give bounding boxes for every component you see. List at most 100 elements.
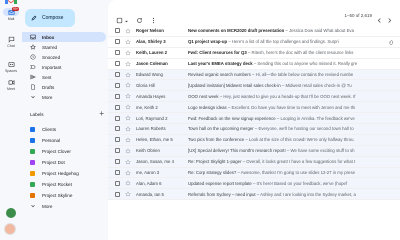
rail-item-mail[interactable]: 99+ Mail bbox=[0, 7, 22, 21]
rail-label-mail: Mail bbox=[7, 17, 15, 21]
row-checkbox[interactable] bbox=[115, 148, 120, 154]
email-sender: Amanda, Ian 5 bbox=[136, 191, 164, 197]
status-avatar[interactable] bbox=[6, 208, 16, 218]
label-name: Project Clover bbox=[42, 148, 71, 154]
email-row[interactable]: Keith, Lauren 2 Fwd: Client resources for… bbox=[108, 47, 400, 59]
account-avatar[interactable] bbox=[4, 223, 16, 235]
email-snippet: – Overall, it looks great! I have a few … bbox=[241, 159, 356, 165]
email-row[interactable]: Amanda, Ian 5 Referrals from Sydney – nee… bbox=[108, 189, 400, 201]
mail-badge: 99+ bbox=[12, 7, 20, 11]
nav-item-sent[interactable]: Sent bbox=[22, 72, 106, 82]
star-icon[interactable] bbox=[125, 60, 131, 67]
star-icon[interactable] bbox=[125, 82, 131, 88]
more-vert-icon[interactable] bbox=[150, 11, 158, 24]
clock-icon bbox=[30, 54, 36, 60]
row-checkbox[interactable] bbox=[115, 61, 120, 67]
row-checkbox[interactable] bbox=[115, 82, 120, 88]
nav-item-starred[interactable]: Starred bbox=[22, 42, 106, 52]
star-icon[interactable] bbox=[125, 71, 131, 78]
email-row[interactable]: Alan, Adam 6 Updated expense report templ… bbox=[108, 178, 400, 190]
row-checkbox[interactable] bbox=[115, 126, 120, 132]
label-item-clients[interactable]: Clients bbox=[22, 124, 106, 134]
compose-button[interactable]: Compose bbox=[25, 9, 75, 27]
rail-item-spaces[interactable]: Spaces bbox=[0, 60, 22, 73]
labels-more[interactable]: More bbox=[22, 201, 106, 211]
add-label-icon[interactable]: + bbox=[99, 110, 104, 118]
email-row[interactable]: me, Keith 2 Logo redesign ideas – Excelle… bbox=[108, 102, 400, 114]
rail-item-chat[interactable]: Chat bbox=[0, 35, 22, 48]
refresh-icon[interactable] bbox=[136, 11, 144, 23]
email-row[interactable]: Jason, Susan, me 4 Re: Project Skylight 1… bbox=[108, 156, 400, 168]
star-icon[interactable] bbox=[125, 191, 131, 197]
star-icon[interactable] bbox=[125, 137, 131, 143]
email-row[interactable]: Edward Wong Revised organic search number… bbox=[108, 69, 400, 81]
nav-item-inbox[interactable]: Inbox bbox=[22, 32, 106, 42]
email-snippet: – Here's a list of all the top challenge… bbox=[227, 39, 339, 45]
star-icon[interactable] bbox=[125, 115, 131, 121]
email-row[interactable]: me, Aaron 3 Re: Corp strategy slides? – A… bbox=[108, 167, 400, 179]
email-snippet: – Jessica Dow said What about Eva bbox=[284, 28, 354, 34]
label-name: Project Hedgehog bbox=[42, 170, 79, 176]
email-sender: Keith Obrien bbox=[136, 148, 160, 154]
row-checkbox[interactable] bbox=[115, 50, 120, 56]
row-checkbox[interactable] bbox=[115, 39, 120, 45]
prev-page-icon[interactable] bbox=[376, 11, 384, 23]
label-item-project-rocket[interactable]: Project Rocket bbox=[22, 179, 106, 189]
row-checkbox[interactable] bbox=[115, 170, 120, 176]
star-icon[interactable] bbox=[125, 180, 131, 186]
row-checkbox[interactable] bbox=[115, 28, 120, 34]
email-row[interactable]: Gloria Hill [Updated invitation] Midwest … bbox=[108, 80, 400, 92]
star-icon[interactable] bbox=[125, 93, 131, 99]
email-subject: New comments on MCR2020 draft presentati… bbox=[188, 28, 285, 34]
email-snippet: – Ashley and I are looking into the Sydn… bbox=[255, 191, 356, 197]
email-row[interactable]: Jason Coleman Last year's EMEA strategy d… bbox=[108, 58, 400, 70]
email-sender: Lauren Roberts bbox=[136, 126, 166, 132]
star-icon[interactable] bbox=[125, 28, 131, 34]
label-item-project-hedgehog[interactable]: Project Hedgehog bbox=[22, 168, 106, 178]
row-checkbox[interactable] bbox=[115, 159, 120, 165]
label-color-swatch bbox=[30, 159, 35, 165]
email-subject-line: Town hall on the upcoming merger – Every… bbox=[188, 126, 400, 131]
star-icon[interactable] bbox=[125, 49, 131, 56]
rail-item-meet[interactable]: Meet bbox=[0, 78, 22, 91]
star-icon[interactable] bbox=[125, 147, 131, 154]
nav-item-snoozed[interactable]: Snoozed bbox=[22, 52, 106, 62]
nav-item-important[interactable]: Important bbox=[22, 62, 106, 72]
email-row[interactable]: Amanda Hayes OOO next week – Hey, just wa… bbox=[108, 91, 400, 103]
row-checkbox[interactable] bbox=[115, 115, 120, 121]
nav-item-drafts[interactable]: Drafts bbox=[22, 82, 106, 92]
email-row[interactable]: Alan, Shirley 3 Q1 project wrap-up – Here… bbox=[108, 36, 400, 48]
label-name: Project Dot bbox=[42, 159, 65, 165]
email-row[interactable]: Keith Obrien [UX] Special delivery! This … bbox=[108, 145, 400, 157]
star-icon[interactable] bbox=[125, 104, 131, 110]
row-checkbox[interactable] bbox=[115, 93, 120, 99]
email-subject: Logo redesign ideas bbox=[188, 104, 227, 110]
label-item-project-dot[interactable]: Project Dot bbox=[22, 157, 106, 167]
email-row[interactable]: Helen, Ethan, me 5 Two pics from the conf… bbox=[108, 134, 400, 146]
star-icon[interactable] bbox=[125, 169, 131, 176]
row-checkbox[interactable] bbox=[115, 180, 120, 186]
row-checkbox[interactable] bbox=[115, 137, 120, 143]
email-sender: Amanda Hayes bbox=[136, 93, 166, 99]
email-row[interactable]: Roger Nelson New comments on MCR2020 draf… bbox=[108, 26, 400, 37]
message-list-panel: 1–50 of 2,619 Roger Nelson New comments o… bbox=[108, 0, 400, 240]
email-row[interactable]: Lauren Roberts Town hall on the upcoming … bbox=[108, 124, 400, 135]
label-item-personal[interactable]: Personal bbox=[22, 135, 106, 145]
select-dropdown-icon[interactable] bbox=[123, 12, 131, 23]
row-checkbox[interactable] bbox=[115, 104, 120, 110]
email-row[interactable]: Lori, Raymond 2 Fwd: Feedback on the new … bbox=[108, 113, 400, 125]
email-sender: Helen, Ethan, me 5 bbox=[136, 137, 173, 143]
email-snippet: – Sending this out to anyone who missed … bbox=[252, 61, 358, 67]
star-icon[interactable] bbox=[125, 126, 131, 132]
star-icon[interactable] bbox=[125, 158, 131, 165]
email-snippet: – Ritesh, here's the doc with all the cl… bbox=[246, 50, 354, 56]
row-checkbox[interactable] bbox=[115, 72, 120, 77]
nav-label: Sent bbox=[42, 74, 52, 80]
star-icon[interactable] bbox=[125, 39, 131, 45]
label-item-project-skyline[interactable]: Project Skyline bbox=[22, 190, 106, 200]
next-page-icon[interactable] bbox=[386, 11, 394, 23]
email-snippet: – Looping in Annika. The feedback we've bbox=[275, 115, 355, 121]
nav-item-more[interactable]: More bbox=[22, 92, 106, 102]
label-item-project-clover[interactable]: Project Clover bbox=[22, 146, 106, 156]
row-checkbox[interactable] bbox=[115, 191, 120, 197]
